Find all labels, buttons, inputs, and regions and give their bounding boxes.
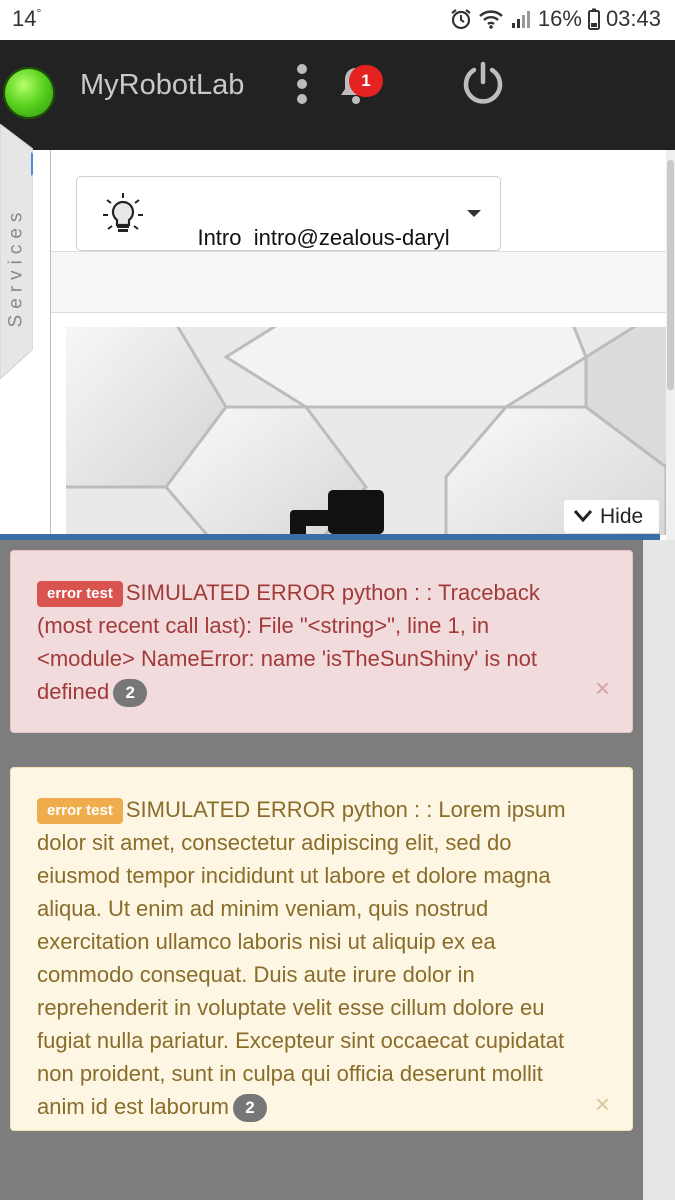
- services-label: Services: [5, 206, 27, 328]
- content-scrollbar-thumb[interactable]: [667, 160, 674, 390]
- status-bar: 14° 16% 03:43: [0, 0, 675, 40]
- more-menu-icon[interactable]: [292, 64, 312, 104]
- app-title: MyRobotLab: [80, 69, 245, 101]
- clock-time: 03:43: [605, 6, 661, 31]
- error-alert-traceback: error test SIMULATED ERROR python : : Tra…: [10, 550, 633, 733]
- service-name: Intro: [197, 225, 242, 250]
- hide-label: Hide: [600, 505, 644, 528]
- service-select-dropdown[interactable]: Intro intro@zealous-daryl: [76, 176, 501, 251]
- chevron-down-icon: [573, 510, 593, 523]
- hide-button[interactable]: Hide: [564, 500, 659, 533]
- alert-tag: error test: [37, 798, 123, 824]
- alert-count-badge: 2: [232, 1094, 267, 1122]
- status-icons: 16% 03:43: [450, 6, 661, 32]
- connection-status-light: [3, 67, 55, 119]
- service-id: intro@zealous-daryl: [253, 225, 450, 250]
- notification-scrollbar[interactable]: [643, 540, 675, 1200]
- signal-icon: [511, 11, 530, 28]
- service-toolbar: [51, 251, 666, 313]
- wifi-icon: [479, 10, 503, 29]
- chevron-down-icon: [467, 210, 481, 217]
- temperature-unit: °: [36, 6, 42, 20]
- alert-message: SIMULATED ERROR python : : Lorem ipsum d…: [37, 797, 566, 1119]
- alert-count-badge: 2: [113, 679, 148, 707]
- close-icon[interactable]: ×: [595, 1091, 610, 1117]
- lightbulb-icon: [103, 193, 143, 232]
- temperature-readout: 14°: [12, 6, 41, 32]
- temperature-value: 14: [12, 6, 37, 31]
- alert-tag: error test: [37, 581, 123, 607]
- battery-icon: [587, 8, 600, 30]
- alarm-icon: [451, 9, 471, 30]
- notification-count-badge: 1: [349, 65, 383, 97]
- warning-alert-lorem: error test SIMULATED ERROR python : : Lor…: [10, 767, 633, 1131]
- app-bar: MyRobotLab 1: [0, 40, 675, 150]
- power-icon[interactable]: [460, 60, 506, 106]
- close-icon[interactable]: ×: [595, 675, 610, 701]
- battery-percent: 16%: [537, 6, 582, 31]
